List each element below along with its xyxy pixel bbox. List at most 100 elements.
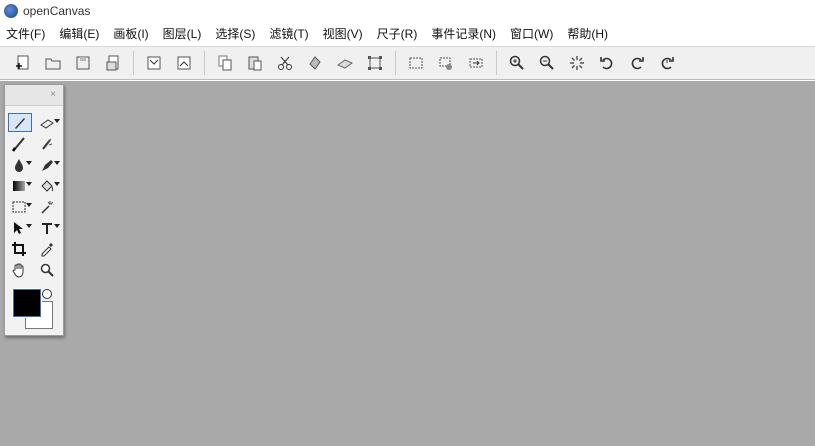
new-file-icon xyxy=(16,55,29,70)
tool-magic-wand[interactable] xyxy=(36,197,60,216)
eyedropper-icon xyxy=(41,242,53,256)
tool-eraser[interactable] xyxy=(36,113,60,132)
export-icon xyxy=(177,56,191,70)
brush-icon xyxy=(11,136,25,152)
tool-palette: × xyxy=(4,84,64,336)
window-title: openCanvas xyxy=(23,4,91,18)
eraser-block-icon xyxy=(336,59,354,69)
app-logo-icon xyxy=(4,4,18,18)
deselect-icon xyxy=(439,57,452,70)
tool-marker[interactable] xyxy=(36,155,60,174)
eraser-icon xyxy=(40,118,54,129)
rotate-reset-icon xyxy=(661,57,674,70)
menu-window[interactable]: 窗口(W) xyxy=(503,25,560,42)
move-arrow-icon xyxy=(14,221,23,234)
tool-water[interactable] xyxy=(8,155,32,174)
flip-button[interactable] xyxy=(465,52,487,74)
cut-button[interactable] xyxy=(274,52,296,74)
rect-select-icon xyxy=(12,201,26,212)
airbrush-icon xyxy=(42,138,53,150)
copy-icon xyxy=(218,55,232,71)
rotate-right-button[interactable] xyxy=(626,52,648,74)
zoom-out-icon xyxy=(539,55,554,70)
import-icon xyxy=(147,56,161,70)
zoom-out-button[interactable] xyxy=(536,52,558,74)
copy-button[interactable] xyxy=(214,52,236,74)
save-button[interactable] xyxy=(72,52,94,74)
loading-icon xyxy=(570,56,584,70)
transform-icon xyxy=(368,56,382,70)
paste-button[interactable] xyxy=(244,52,266,74)
tool-move[interactable] xyxy=(8,218,32,237)
select-rect-icon xyxy=(409,57,423,69)
print-icon xyxy=(106,55,119,71)
actual-size-button[interactable] xyxy=(566,52,588,74)
import-button[interactable] xyxy=(143,52,165,74)
magnifier-icon xyxy=(40,263,54,277)
palette-header[interactable]: × xyxy=(5,85,63,106)
toolbar-separator xyxy=(204,51,205,75)
title-bar: openCanvas xyxy=(0,0,815,22)
stamp-icon xyxy=(309,56,321,70)
rotate-left-button[interactable] xyxy=(596,52,618,74)
tool-hand[interactable] xyxy=(8,260,32,279)
tool-zoom[interactable] xyxy=(36,260,60,279)
tool-bucket[interactable] xyxy=(36,176,60,195)
rotate-reset-button[interactable] xyxy=(656,52,678,74)
menu-select[interactable]: 选择(S) xyxy=(208,25,262,42)
foreground-color-swatch[interactable] xyxy=(12,288,42,318)
pen-icon xyxy=(15,117,25,129)
main-toolbar xyxy=(0,46,815,80)
tool-crop[interactable] xyxy=(8,239,32,258)
cut-icon xyxy=(278,56,292,70)
tool-gradient[interactable] xyxy=(8,176,32,195)
tool-pen[interactable] xyxy=(8,113,32,132)
menu-filter[interactable]: 滤镜(T) xyxy=(262,25,315,42)
tool-text[interactable] xyxy=(36,218,60,237)
tool-brush[interactable] xyxy=(8,134,32,153)
paste-icon xyxy=(248,56,262,71)
erase-block-button[interactable] xyxy=(334,52,356,74)
flip-icon xyxy=(469,58,483,68)
rotate-right-icon xyxy=(631,57,644,70)
tool-rect-select[interactable] xyxy=(8,197,32,216)
menu-ruler[interactable]: 尺子(R) xyxy=(370,25,425,42)
stamp-button[interactable] xyxy=(304,52,326,74)
open-icon xyxy=(45,58,61,70)
hand-icon xyxy=(12,263,24,278)
open-button[interactable] xyxy=(42,52,64,74)
toolbar-separator xyxy=(496,51,497,75)
select-all-button[interactable] xyxy=(405,52,427,74)
save-icon xyxy=(76,56,90,70)
print-button[interactable] xyxy=(102,52,124,74)
menu-history[interactable]: 事件记录(N) xyxy=(424,25,503,42)
zoom-in-button[interactable] xyxy=(506,52,528,74)
paint-bucket-icon xyxy=(41,179,54,192)
toolbar-separator xyxy=(395,51,396,75)
menu-canvas[interactable]: 画板(I) xyxy=(106,25,155,42)
deselect-button[interactable] xyxy=(435,52,457,74)
text-icon xyxy=(42,222,52,234)
menu-help[interactable]: 帮助(H) xyxy=(560,25,615,42)
water-drop-icon xyxy=(15,158,23,172)
menu-layer[interactable]: 图层(L) xyxy=(156,25,209,42)
canvas-workspace[interactable] xyxy=(0,81,815,446)
toolbar-separator xyxy=(133,51,134,75)
swap-colors-icon[interactable] xyxy=(42,289,52,299)
menu-file[interactable]: 文件(F) xyxy=(0,25,52,42)
tool-airbrush[interactable] xyxy=(36,134,60,153)
menu-edit[interactable]: 编辑(E) xyxy=(52,25,106,42)
new-file-button[interactable] xyxy=(12,52,34,74)
zoom-in-icon xyxy=(509,55,524,70)
gradient-icon xyxy=(13,180,25,191)
menu-view[interactable]: 视图(V) xyxy=(316,25,370,42)
close-icon[interactable]: × xyxy=(46,88,60,102)
transform-button[interactable] xyxy=(364,52,386,74)
color-swatches xyxy=(5,288,63,339)
crop-icon xyxy=(12,241,26,256)
magic-wand-icon xyxy=(41,200,54,214)
menu-bar: 文件(F) 编辑(E) 画板(I) 图层(L) 选择(S) 滤镜(T) 视图(V… xyxy=(0,22,815,44)
marker-icon xyxy=(42,159,53,171)
export-button[interactable] xyxy=(173,52,195,74)
tool-eyedropper[interactable] xyxy=(36,239,60,258)
